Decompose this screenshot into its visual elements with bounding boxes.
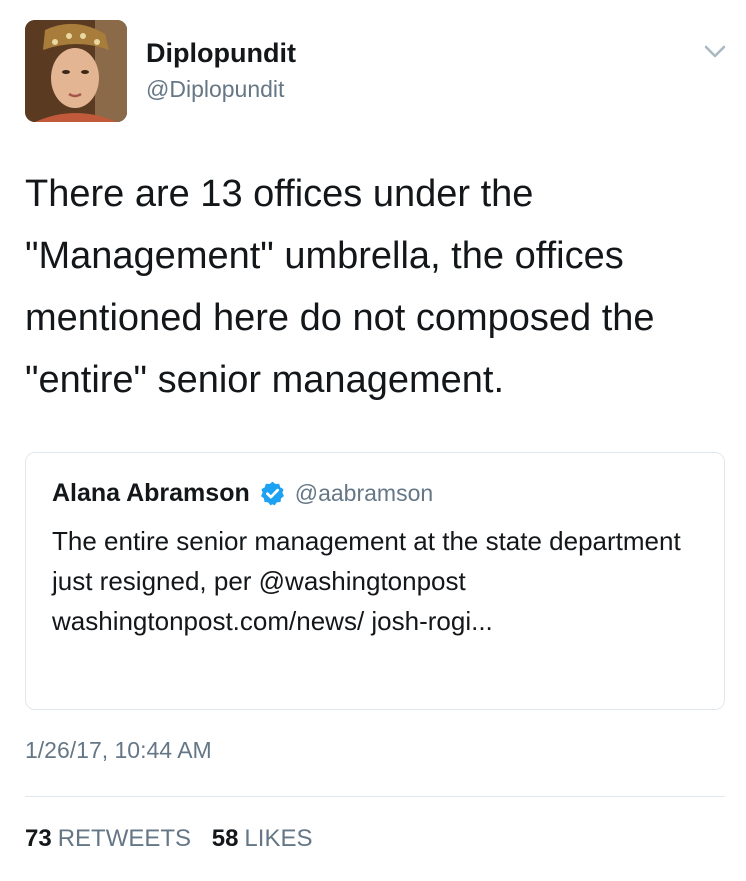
likes-count: 58 [211, 825, 239, 852]
chevron-down-icon[interactable] [700, 40, 730, 64]
retweets-stat[interactable]: 73 RETWEETS [25, 825, 198, 852]
likes-stat[interactable]: 58 LIKES [212, 825, 313, 852]
quoted-tweet-card[interactable]: Alana Abramson @aabramson The entire sen… [25, 452, 725, 710]
tweet-detail: Diplopundit @Diplopundit There are 13 of… [0, 0, 746, 881]
portrait-painting-avatar [25, 20, 127, 122]
quoted-tweet-text: The entire senior management at the stat… [52, 526, 681, 636]
quoted-author-name: Alana Abramson [52, 479, 250, 507]
retweets-label: RETWEETS [57, 825, 192, 852]
tweet-text: There are 13 offices under the "Manageme… [25, 173, 655, 401]
quoted-author-handle: @aabramson [294, 480, 434, 506]
likes-label: LIKES [244, 825, 313, 852]
quoted-tweet-header: Alana Abramson @aabramson [52, 479, 433, 508]
verified-badge-icon [259, 480, 286, 507]
retweets-count: 73 [25, 825, 52, 852]
tweet-timestamp: 1/26/17, 10:44 AM [25, 737, 212, 763]
divider [25, 796, 725, 797]
author-name[interactable]: Diplopundit [146, 38, 296, 69]
author-handle[interactable]: @Diplopundit [146, 76, 284, 103]
tweet-stats: 73 RETWEETS 58 LIKES [25, 825, 326, 853]
avatar[interactable] [25, 20, 127, 122]
